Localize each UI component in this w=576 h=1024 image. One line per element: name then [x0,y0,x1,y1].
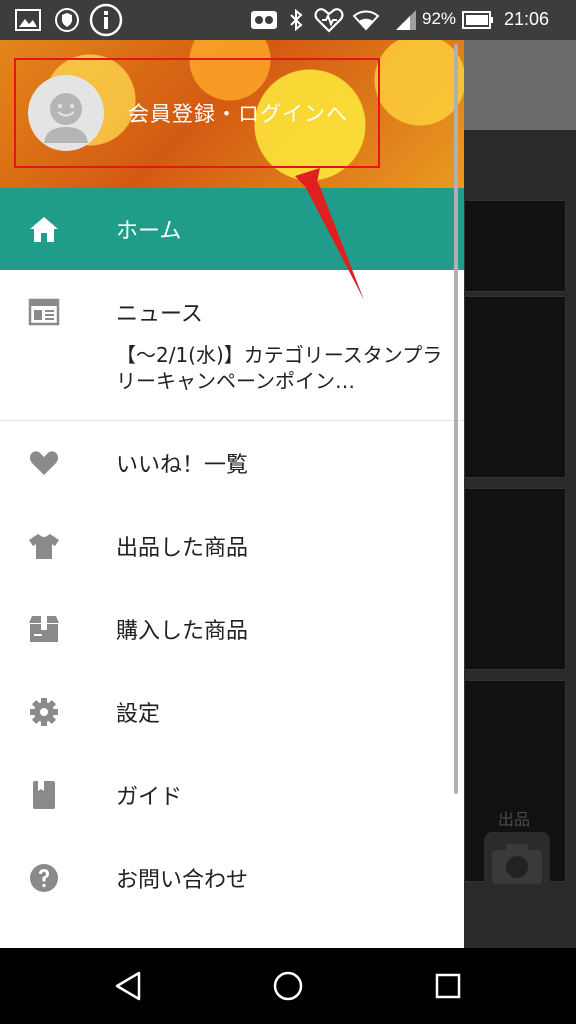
shield-icon [54,8,80,32]
nav-label-guide: ガイド [116,785,183,810]
sell-label: 出品 [498,810,531,829]
tshirt-icon [28,530,60,562]
camera-icon [492,844,542,884]
nav-item-listed[interactable]: 出品した商品 [0,505,464,587]
nav-label-likes: いいね！一覧 [116,453,249,478]
status-bar: 92% 21:06 [0,0,576,40]
login-label: 会員登録・ログインへ [128,102,348,126]
book-icon [28,779,60,811]
clock: 21:06 [504,9,550,29]
voicemail-icon [250,8,278,32]
nav-item-news[interactable]: ニュース 【～2/1(水)】カテゴリースタンプラリーキャンペーンポイン… [0,272,464,421]
background-card [464,200,566,292]
help-icon [28,862,60,894]
nav-label-contact: お問い合わせ [116,868,249,893]
gear-icon [28,696,60,728]
package-icon [28,613,60,645]
avatar [28,75,104,151]
nav-item-settings[interactable]: 設定 [0,671,464,753]
sell-camera-button[interactable] [484,832,550,894]
system-navigation-bar [0,948,576,1024]
recents-icon [435,973,461,999]
nav-item-guide[interactable]: ガイド [0,754,464,836]
battery-percent: 92% [422,9,457,28]
drawer-header: 会員登録・ログインへ [0,40,464,188]
health-icon [314,8,344,33]
news-body: 【～2/1(水)】カテゴリースタンプラリーキャンペーンポイン… [116,343,443,393]
nav-item-purchased[interactable]: 購入した商品 [0,588,464,670]
nav-item-likes[interactable]: いいね！一覧 [0,422,464,504]
smiley-avatar-icon [44,93,88,143]
home-icon [28,213,60,245]
home-circle-icon [273,971,303,1001]
nav-item-contact[interactable]: お問い合わせ [0,837,464,919]
back-button[interactable] [108,968,148,1004]
info-icon [88,2,124,38]
login-button[interactable]: 会員登録・ログインへ [14,58,380,168]
nav-label-listed: 出品した商品 [116,536,249,561]
background-card [464,296,566,478]
battery-icon [462,8,494,32]
news-icon [28,296,60,328]
bluetooth-icon [286,8,306,32]
background-card [464,488,566,670]
home-button[interactable] [268,968,308,1004]
heart-icon [28,447,60,479]
wifi-icon [352,8,380,32]
image-icon [14,8,42,32]
drawer-scrollbar[interactable] [454,44,458,794]
nav-item-home[interactable]: ホーム [0,188,464,270]
navigation-drawer: 会員登録・ログインへ ホーム ニュース 【～2/1(水)】カテゴリースタンプラリ… [0,40,464,948]
back-icon [115,971,141,1001]
nav-label-home: ホーム [116,219,182,244]
news-title: ニュース [116,302,203,327]
signal-icon [392,8,418,32]
recents-button[interactable] [428,968,468,1004]
nav-label-settings: 設定 [116,702,161,727]
nav-label-purchased: 購入した商品 [116,619,249,644]
